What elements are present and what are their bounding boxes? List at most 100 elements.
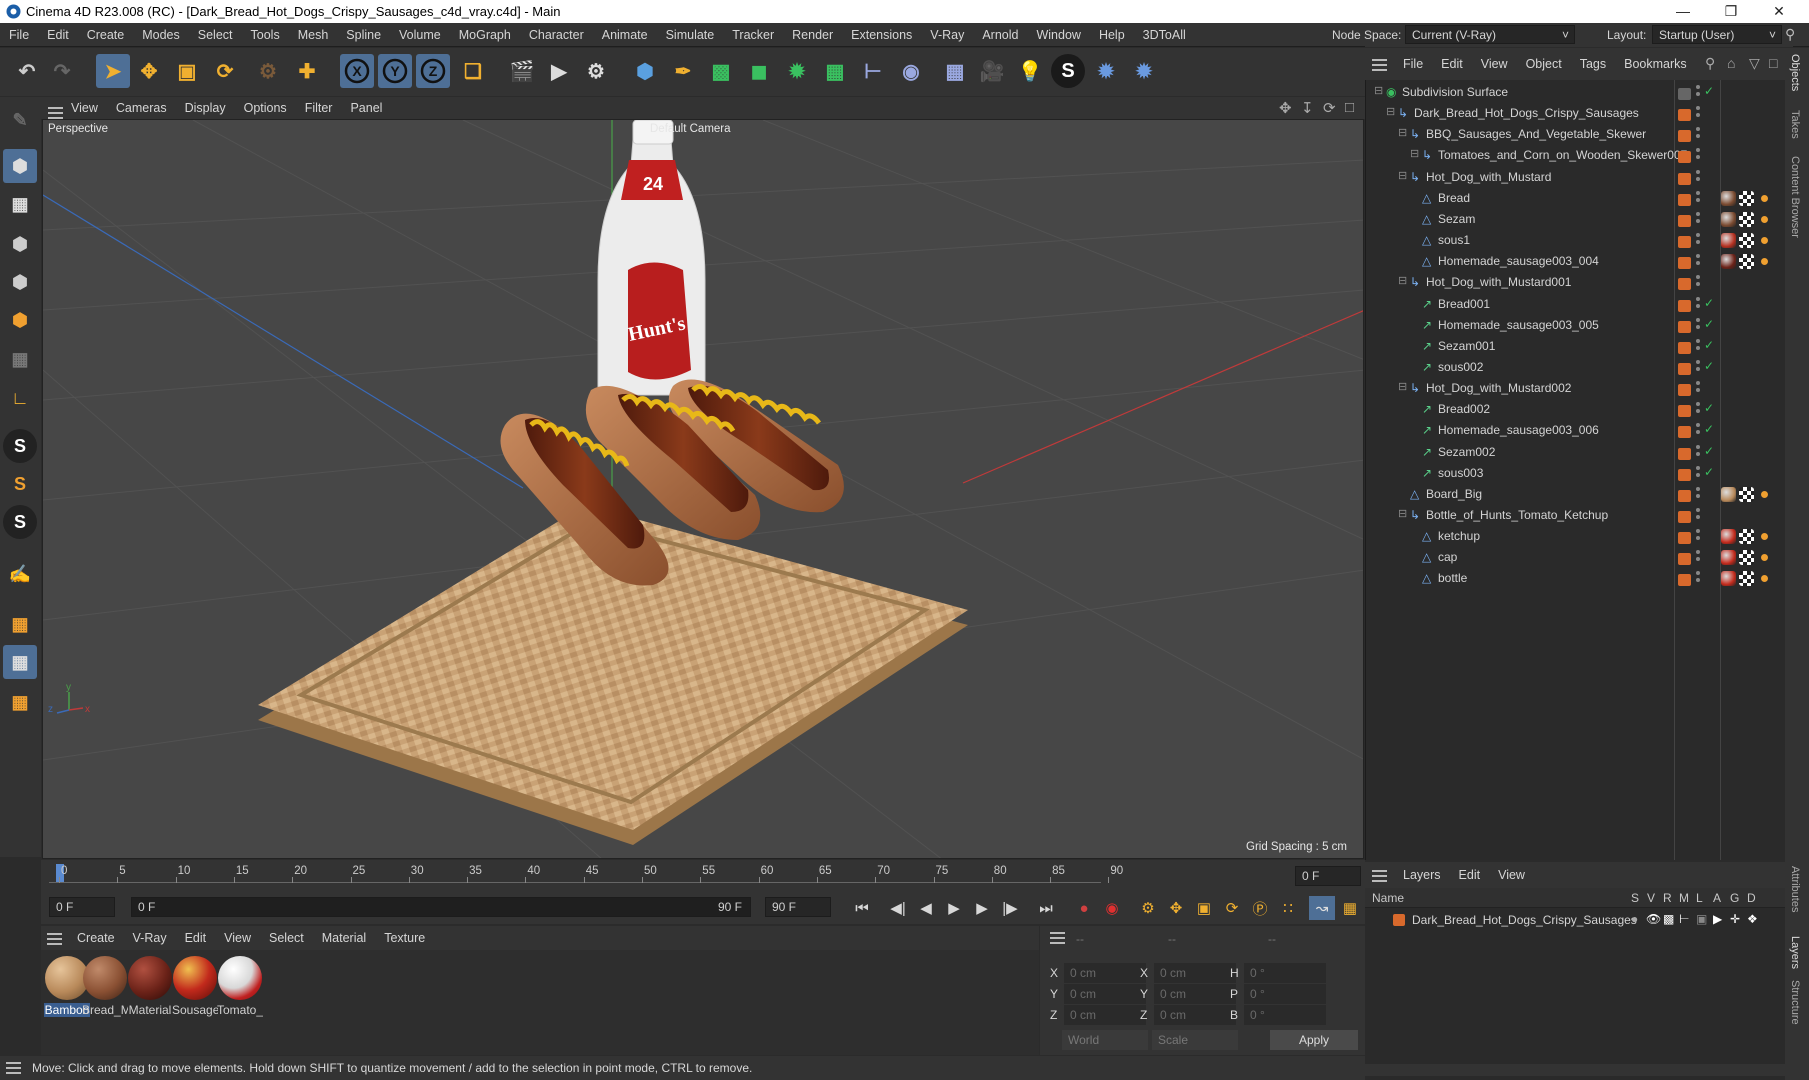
- vray-icon[interactable]: S: [1051, 54, 1085, 88]
- object-row[interactable]: ⊟ ↳ Hot_Dog_with_Mustard001: [1366, 272, 1786, 293]
- extrude-icon[interactable]: ◼: [742, 54, 776, 88]
- visibility-dots[interactable]: [1696, 169, 1700, 185]
- lock-icon[interactable]: ▣: [1696, 912, 1707, 926]
- tab-takes[interactable]: Takes: [1789, 110, 1801, 139]
- start-frame-field[interactable]: 0 F: [49, 897, 115, 917]
- layers-menu-layers[interactable]: Layers: [1394, 862, 1450, 888]
- visibility-dots[interactable]: [1696, 529, 1700, 544]
- size-x-field[interactable]: 0 cm: [1154, 963, 1236, 983]
- snap-settings-icon[interactable]: S: [3, 467, 37, 501]
- key-param-icon[interactable]: Ⓟ: [1247, 896, 1273, 920]
- uvw-tag-icon[interactable]: [1739, 190, 1754, 206]
- edit-icon[interactable]: [1678, 88, 1691, 100]
- object-row[interactable]: ↗ Homemade_sausage003_005 ✓: [1366, 315, 1786, 336]
- layer-swatch[interactable]: [1678, 532, 1691, 545]
- obj-menu-edit[interactable]: Edit: [1432, 48, 1472, 80]
- object-row[interactable]: ⊟ ↳ Dark_Bread_Hot_Dogs_Crispy_Sausages: [1366, 103, 1786, 124]
- expand-icon[interactable]: ⊟: [1398, 507, 1407, 520]
- manager-icon[interactable]: ⊢: [1679, 912, 1689, 926]
- prev-key-icon[interactable]: ◀|: [885, 896, 911, 920]
- texture-mode-icon[interactable]: ▦: [3, 187, 37, 221]
- mat-menu-select[interactable]: Select: [260, 926, 313, 950]
- mat-menu-texture[interactable]: Texture: [375, 926, 434, 950]
- next-key-icon[interactable]: |▶: [997, 896, 1023, 920]
- expand-icon[interactable]: ⊟: [1398, 126, 1407, 139]
- menu-tracker[interactable]: Tracker: [723, 23, 783, 47]
- coord-system-icon[interactable]: ❑: [456, 54, 490, 88]
- layer-row[interactable]: Dark_Bread_Hot_Dogs_Crispy_Sausages ● 👁 …: [1365, 910, 1785, 930]
- z-axis-icon[interactable]: Z: [416, 54, 450, 88]
- horizontal-scrollbar[interactable]: [1365, 1064, 1785, 1076]
- snap-icon[interactable]: S: [3, 429, 37, 463]
- size-z-field[interactable]: 0 cm: [1154, 1005, 1236, 1025]
- enabled-check-icon[interactable]: ✓: [1704, 296, 1714, 310]
- menu-render[interactable]: Render: [783, 23, 842, 47]
- axis-mode-icon[interactable]: ∟: [3, 381, 37, 415]
- viewport-menu-filter[interactable]: Filter: [296, 97, 342, 119]
- material-tag-icon[interactable]: [1721, 254, 1736, 270]
- visibility-dots[interactable]: [1696, 127, 1700, 142]
- visibility-dots[interactable]: [1696, 254, 1700, 269]
- material-tag-icon[interactable]: [1721, 571, 1736, 587]
- menu-help[interactable]: Help: [1090, 23, 1134, 47]
- phong-tag-icon[interactable]: [1757, 254, 1772, 270]
- obj-menu-view[interactable]: View: [1472, 48, 1517, 80]
- phong-tag-icon[interactable]: [1757, 486, 1772, 502]
- material-tag-icon[interactable]: [1721, 233, 1736, 249]
- obj-menu-tags[interactable]: Tags: [1571, 48, 1615, 80]
- layer-swatch[interactable]: [1678, 405, 1691, 418]
- viewport-menu-display[interactable]: Display: [176, 97, 235, 119]
- material-tag-icon[interactable]: [1721, 529, 1736, 545]
- undo-icon[interactable]: ↶: [10, 54, 44, 88]
- enabled-check-icon[interactable]: ✓: [1704, 359, 1714, 373]
- hamburger-icon[interactable]: [1372, 59, 1387, 71]
- effector-icon[interactable]: ▦: [818, 54, 852, 88]
- generator-icon[interactable]: ✛: [1730, 912, 1740, 926]
- menu-tools[interactable]: Tools: [242, 23, 289, 47]
- object-row[interactable]: △ cap: [1366, 547, 1786, 568]
- object-row[interactable]: ↗ Bread001 ✓: [1366, 294, 1786, 315]
- pos-x-field[interactable]: 0 cm: [1064, 963, 1146, 983]
- workplane-icon[interactable]: ▦: [3, 607, 37, 641]
- layer-swatch[interactable]: [1678, 214, 1691, 227]
- keyframe-selection-icon[interactable]: ⚙: [1135, 896, 1161, 920]
- layout-dropdown[interactable]: Startup (User) ˅: [1652, 25, 1782, 44]
- menu-spline[interactable]: Spline: [337, 23, 390, 47]
- rotate-icon[interactable]: ⟳: [208, 54, 242, 88]
- expand-icon[interactable]: ⊟: [1398, 380, 1407, 393]
- layers-menu-view[interactable]: View: [1489, 862, 1534, 888]
- planar-workplane-icon[interactable]: ▦: [3, 685, 37, 719]
- visibility-dots[interactable]: [1696, 190, 1700, 206]
- layer-swatch[interactable]: [1678, 426, 1691, 439]
- mat-menu-material[interactable]: Material: [313, 926, 375, 950]
- uvw-tag-icon[interactable]: [1739, 211, 1754, 227]
- layer-color-swatch[interactable]: [1393, 914, 1405, 926]
- visibility-dots[interactable]: [1696, 85, 1700, 100]
- mat-menu-vray[interactable]: V-Ray: [124, 926, 176, 950]
- coord-system-dropdown[interactable]: World: [1062, 1030, 1148, 1050]
- render-picture-viewer-icon[interactable]: ▶: [542, 54, 576, 88]
- render-view-icon[interactable]: 🎬: [505, 54, 539, 88]
- object-row[interactable]: ⊟ ↳ BBQ_Sausages_And_Vegetable_Skewer: [1366, 124, 1786, 145]
- uv-mode-icon[interactable]: ▦: [3, 342, 37, 376]
- next-frame-icon[interactable]: ▶: [969, 896, 995, 920]
- menu-3dtoall[interactable]: 3DToAll: [1134, 23, 1195, 47]
- record-icon[interactable]: ●: [1071, 896, 1097, 920]
- object-row[interactable]: ⊟ ↳ Hot_Dog_with_Mustard002: [1366, 378, 1786, 399]
- deformer-icon[interactable]: ⊢: [856, 54, 890, 88]
- object-row[interactable]: ⊟ ◉ Subdivision Surface ✓: [1366, 82, 1786, 103]
- visibility-dots[interactable]: [1696, 486, 1700, 502]
- solo-icon[interactable]: ●: [1631, 912, 1638, 926]
- go-to-start-icon[interactable]: ⏮: [849, 896, 875, 920]
- phong-tag-icon[interactable]: [1757, 550, 1772, 566]
- prev-frame-icon[interactable]: ◀: [913, 896, 939, 920]
- hamburger-icon[interactable]: [1050, 932, 1065, 944]
- object-row[interactable]: ⊟ ↳ Hot_Dog_with_Mustard: [1366, 167, 1786, 188]
- object-row[interactable]: ⊟ ↳ Bottle_of_Hunts_Tomato_Ketchup: [1366, 505, 1786, 526]
- enabled-check-icon[interactable]: ✓: [1704, 465, 1714, 479]
- search-icon[interactable]: ⚲: [1785, 26, 1795, 43]
- layer-swatch[interactable]: [1678, 278, 1691, 291]
- material-tag-icon[interactable]: [1721, 190, 1736, 206]
- visible-icon[interactable]: 👁: [1646, 912, 1661, 926]
- uvw-tag-icon[interactable]: [1739, 254, 1754, 270]
